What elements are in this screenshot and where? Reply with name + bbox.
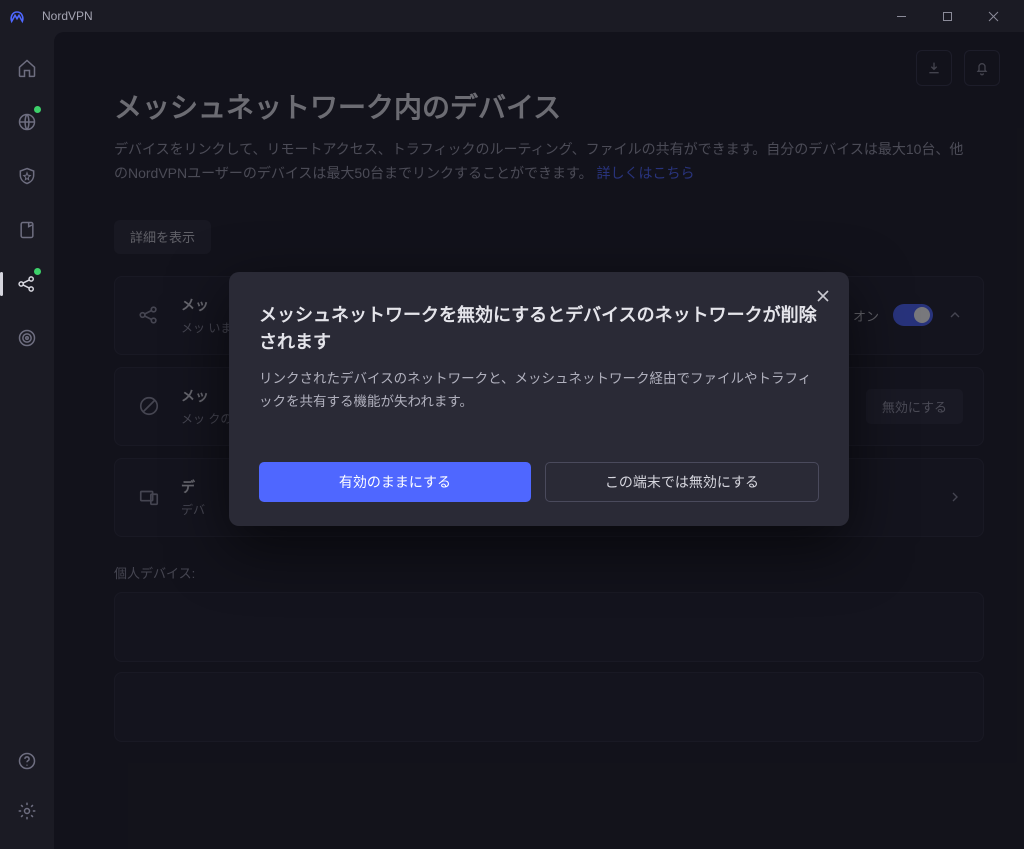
status-dot-icon	[34, 268, 41, 275]
sidebar-shield-icon[interactable]	[9, 158, 45, 194]
sidebar-target-icon[interactable]	[9, 320, 45, 356]
titlebar: NordVPN	[0, 0, 1024, 32]
sidebar-help-icon[interactable]	[9, 743, 45, 779]
close-icon[interactable]	[809, 282, 837, 310]
window-minimize-button[interactable]	[878, 0, 924, 32]
sidebar-gear-icon[interactable]	[9, 793, 45, 829]
disable-this-device-button[interactable]: この端末では無効にする	[545, 462, 819, 502]
window-maximize-button[interactable]	[924, 0, 970, 32]
disable-meshnet-modal: メッシュネットワークを無効にするとデバイスのネットワークが削除されます リンクさ…	[229, 272, 849, 526]
sidebar-home-icon[interactable]	[9, 50, 45, 86]
sidebar	[0, 32, 54, 849]
modal-overlay: メッシュネットワークを無効にするとデバイスのネットワークが削除されます リンクさ…	[54, 32, 1024, 849]
titlebar-title: NordVPN	[42, 9, 93, 23]
window-close-button[interactable]	[970, 0, 1016, 32]
status-dot-icon	[34, 106, 41, 113]
sidebar-upload-icon[interactable]	[9, 212, 45, 248]
content-panel: メッシュネットワーク内のデバイス デバイスをリンクして、リモートアクセス、トラフ…	[54, 32, 1024, 849]
keep-enabled-button[interactable]: 有効のままにする	[259, 462, 531, 502]
sidebar-globe-icon[interactable]	[9, 104, 45, 140]
modal-title: メッシュネットワークを無効にするとデバイスのネットワークが削除されます	[259, 302, 819, 356]
modal-description: リンクされたデバイスのネットワークと、メッシュネットワーク経由でファイルやトラフ…	[259, 368, 819, 414]
sidebar-mesh-icon[interactable]	[9, 266, 45, 302]
nordvpn-logo-icon	[8, 7, 26, 25]
